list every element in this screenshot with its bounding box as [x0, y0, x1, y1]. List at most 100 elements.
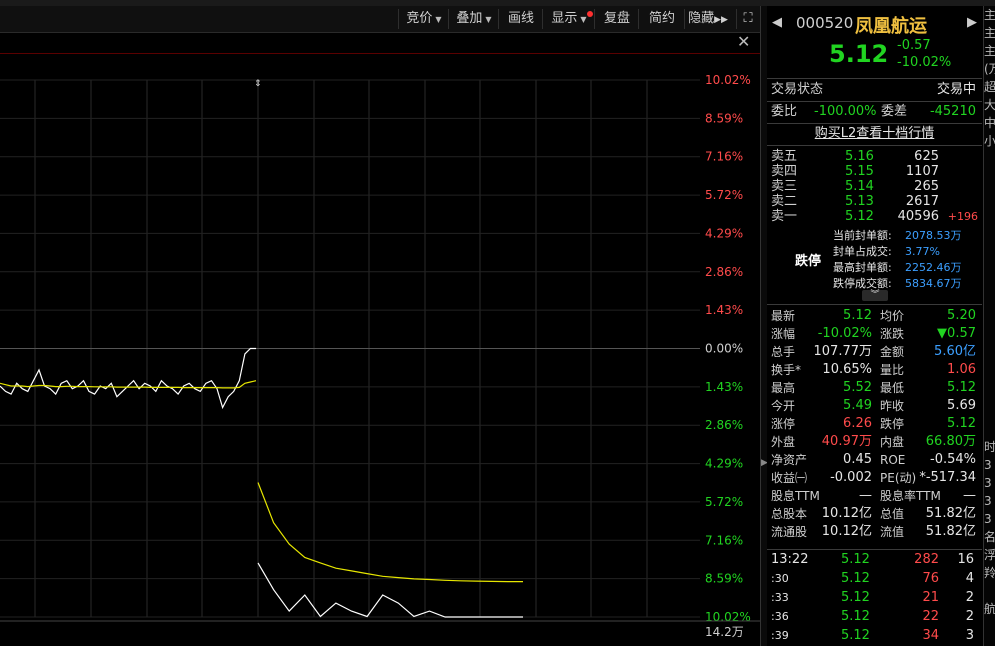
- intraday-chart[interactable]: 10.02% 8.59% 7.16% 5.72% 4.29% 2.86% 1.43% 0.00…: [0, 54, 760, 646]
- ask-volume: 625: [914, 149, 939, 164]
- toolbar-button-5[interactable]: 简约: [638, 9, 685, 29]
- stat-label: 涨幅: [771, 327, 796, 341]
- stock-name: 凤凰航运: [855, 16, 927, 37]
- stat-label: 量比: [880, 363, 905, 377]
- crosshair-marker-icon: ⇕: [254, 79, 262, 89]
- dropdown-arrow-icon: ▼: [435, 15, 442, 24]
- ask-row[interactable]: 卖四 5.15 1107: [767, 164, 982, 179]
- limit-info-label: 最高封单额:: [833, 261, 892, 274]
- tick-count: 2: [965, 590, 974, 605]
- axis-tick-label: 2.86%: [705, 265, 743, 279]
- ask-row[interactable]: 卖三 5.14 265: [767, 179, 982, 194]
- prev-stock-icon[interactable]: ◀: [772, 15, 782, 30]
- clipped-label: 浮: [984, 548, 995, 562]
- toolbar-button-6[interactable]: 隐藏▶▶: [684, 9, 731, 29]
- axis-tick-label: 5.72%: [705, 495, 743, 509]
- ask-row[interactable]: 卖一 5.12 40596 +196: [767, 209, 982, 224]
- clipped-label: 中: [984, 116, 995, 130]
- stat-row: 总手 107.77万 金额 5.60亿: [767, 343, 982, 361]
- toolbar-button-label: 简约: [648, 11, 675, 26]
- stat-value: 5.52: [843, 380, 872, 395]
- clipped-label: [984, 222, 995, 240]
- stat-label: 换手*: [771, 363, 802, 377]
- dropdown-arrow-icon: ▼: [580, 15, 587, 24]
- stat-label: 昨收: [880, 399, 905, 413]
- l2-purchase-link[interactable]: 购买L2查看十档行情: [767, 125, 982, 143]
- clipped-label: [984, 384, 995, 402]
- tick-volume: 282: [914, 552, 939, 567]
- clipped-label: [984, 258, 995, 276]
- tick-row[interactable]: :30 5.12 76 4: [767, 570, 982, 588]
- ask-label: 卖四: [771, 164, 798, 179]
- tick-count: 16: [957, 552, 974, 567]
- stat-value: 0.45: [843, 452, 872, 467]
- stat-value: 107.77万: [813, 344, 873, 359]
- clipped-label: 3: [984, 494, 992, 508]
- axis-tick-label: 5.72%: [705, 188, 743, 202]
- limit-info-row: 当前封单额: 2078.53万: [833, 228, 983, 244]
- axis-tick-label: 7.16%: [705, 150, 743, 164]
- stat-value: ▼0.57: [937, 326, 976, 341]
- trade-status-row: 交易状态 交易中: [771, 82, 976, 97]
- ask-row[interactable]: 卖二 5.13 2617: [767, 194, 982, 209]
- tick-volume: 34: [922, 628, 939, 643]
- tick-row[interactable]: :33 5.12 21 2: [767, 589, 982, 607]
- tick-count: 2: [965, 609, 974, 624]
- tick-row[interactable]: 13:22 5.12 282 16: [767, 551, 982, 569]
- toolbar-button-0[interactable]: 竞价 ▼: [398, 9, 449, 29]
- tick-price: 5.12: [841, 571, 870, 586]
- expand-icon[interactable]: ⛶: [736, 9, 759, 29]
- next-stock-icon[interactable]: ▶: [967, 15, 977, 30]
- stat-value: —: [859, 488, 872, 503]
- price-change-pct: -10.02%: [897, 55, 952, 70]
- dropdown-arrow-icon: ▼: [485, 15, 492, 24]
- limit-down-box: 跌停 当前封单额: 2078.53万 封单占成交: 3.77% 最高封单额: 2252.4…: [767, 228, 982, 296]
- ask-row[interactable]: 卖五 5.16 625: [767, 149, 982, 164]
- collapse-handle-icon[interactable]: ▶: [761, 458, 768, 478]
- stat-row: 今开 5.49 昨收 5.69: [767, 397, 982, 415]
- close-icon[interactable]: ✕: [737, 34, 750, 50]
- tick-count: 3: [965, 628, 974, 643]
- clipped-label: 小: [984, 134, 995, 148]
- axis-tick-label: 8.59%: [705, 572, 743, 586]
- ask-price: 5.15: [845, 164, 874, 179]
- clipped-label: 3: [984, 476, 992, 490]
- right-edge-panel: 主主主(万超大中小时3333名浮羚航: [983, 6, 995, 646]
- tick-volume: 21: [922, 590, 939, 605]
- limit-info-row: 最高封单额: 2252.46万: [833, 260, 983, 276]
- toolbar-button-1[interactable]: 叠加 ▼: [448, 9, 499, 29]
- limit-info-value: 3.77%: [905, 245, 940, 258]
- stat-label: 流值: [880, 525, 905, 539]
- stat-value: *-517.34: [919, 470, 976, 485]
- toolbar-button-2[interactable]: 画线: [498, 9, 543, 29]
- stat-label: 最低: [880, 381, 905, 395]
- clipped-label: 名: [984, 530, 995, 544]
- tick-row[interactable]: :36 5.12 22 2: [767, 608, 982, 626]
- stat-row: 换手* 10.65% 量比 1.06: [767, 361, 982, 379]
- ask-volume: 1107: [905, 164, 939, 179]
- toolbar-button-4[interactable]: 复盘: [594, 9, 639, 29]
- stat-row: 涨停 6.26 跌停 5.12: [767, 415, 982, 433]
- toolbar-button-3[interactable]: 显示 ▼: [542, 9, 595, 29]
- tick-time: 13:22: [771, 552, 809, 567]
- toolbar-button-label: 隐藏: [688, 11, 715, 26]
- volume-axis-label: 14.2万: [705, 625, 744, 639]
- stat-value: 5.12: [843, 308, 872, 323]
- stat-value: 5.69: [947, 398, 976, 413]
- clipped-label: 主: [984, 26, 995, 40]
- weibi-row: 委比 -100.00% 委差 -45210: [771, 104, 976, 119]
- stat-value: 10.12亿: [821, 524, 872, 539]
- stat-value: 10.12亿: [821, 506, 872, 521]
- ask-volume: 40596: [897, 209, 939, 224]
- limit-info-row: 封单占成交: 3.77%: [833, 244, 983, 260]
- limit-down-tag: 跌停: [795, 254, 822, 269]
- series-line-0: [0, 347, 523, 618]
- stat-label: 流通股: [771, 525, 808, 539]
- stat-value: 40.97万: [821, 434, 872, 449]
- stat-value: -0.54%: [930, 452, 976, 467]
- ask-label: 卖二: [771, 194, 798, 209]
- clipped-label: 大: [984, 98, 995, 112]
- tick-row[interactable]: :39 5.12 34 3: [767, 627, 982, 645]
- expand-chevron-icon[interactable]: ︾: [862, 290, 888, 301]
- limit-info-label: 当前封单额:: [833, 229, 892, 242]
